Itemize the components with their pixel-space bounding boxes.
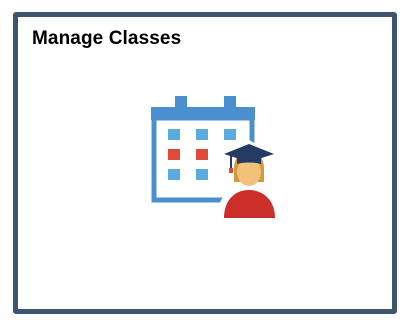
tile-frame: Manage Classes [0,0,409,323]
tile-title: Manage Classes [32,28,182,49]
calendar-cell [196,129,208,140]
calendar-cell [224,129,236,140]
calendar-cell-highlight [196,149,208,160]
calendar-with-student-icon [151,96,282,220]
calendar-cell [168,129,180,140]
calendar-cell [168,169,180,180]
calendar-cell [196,169,208,180]
calendar-cell-highlight [168,149,180,160]
manage-classes-tile[interactable]: Manage Classes [13,12,397,314]
tassel-end [229,168,233,173]
